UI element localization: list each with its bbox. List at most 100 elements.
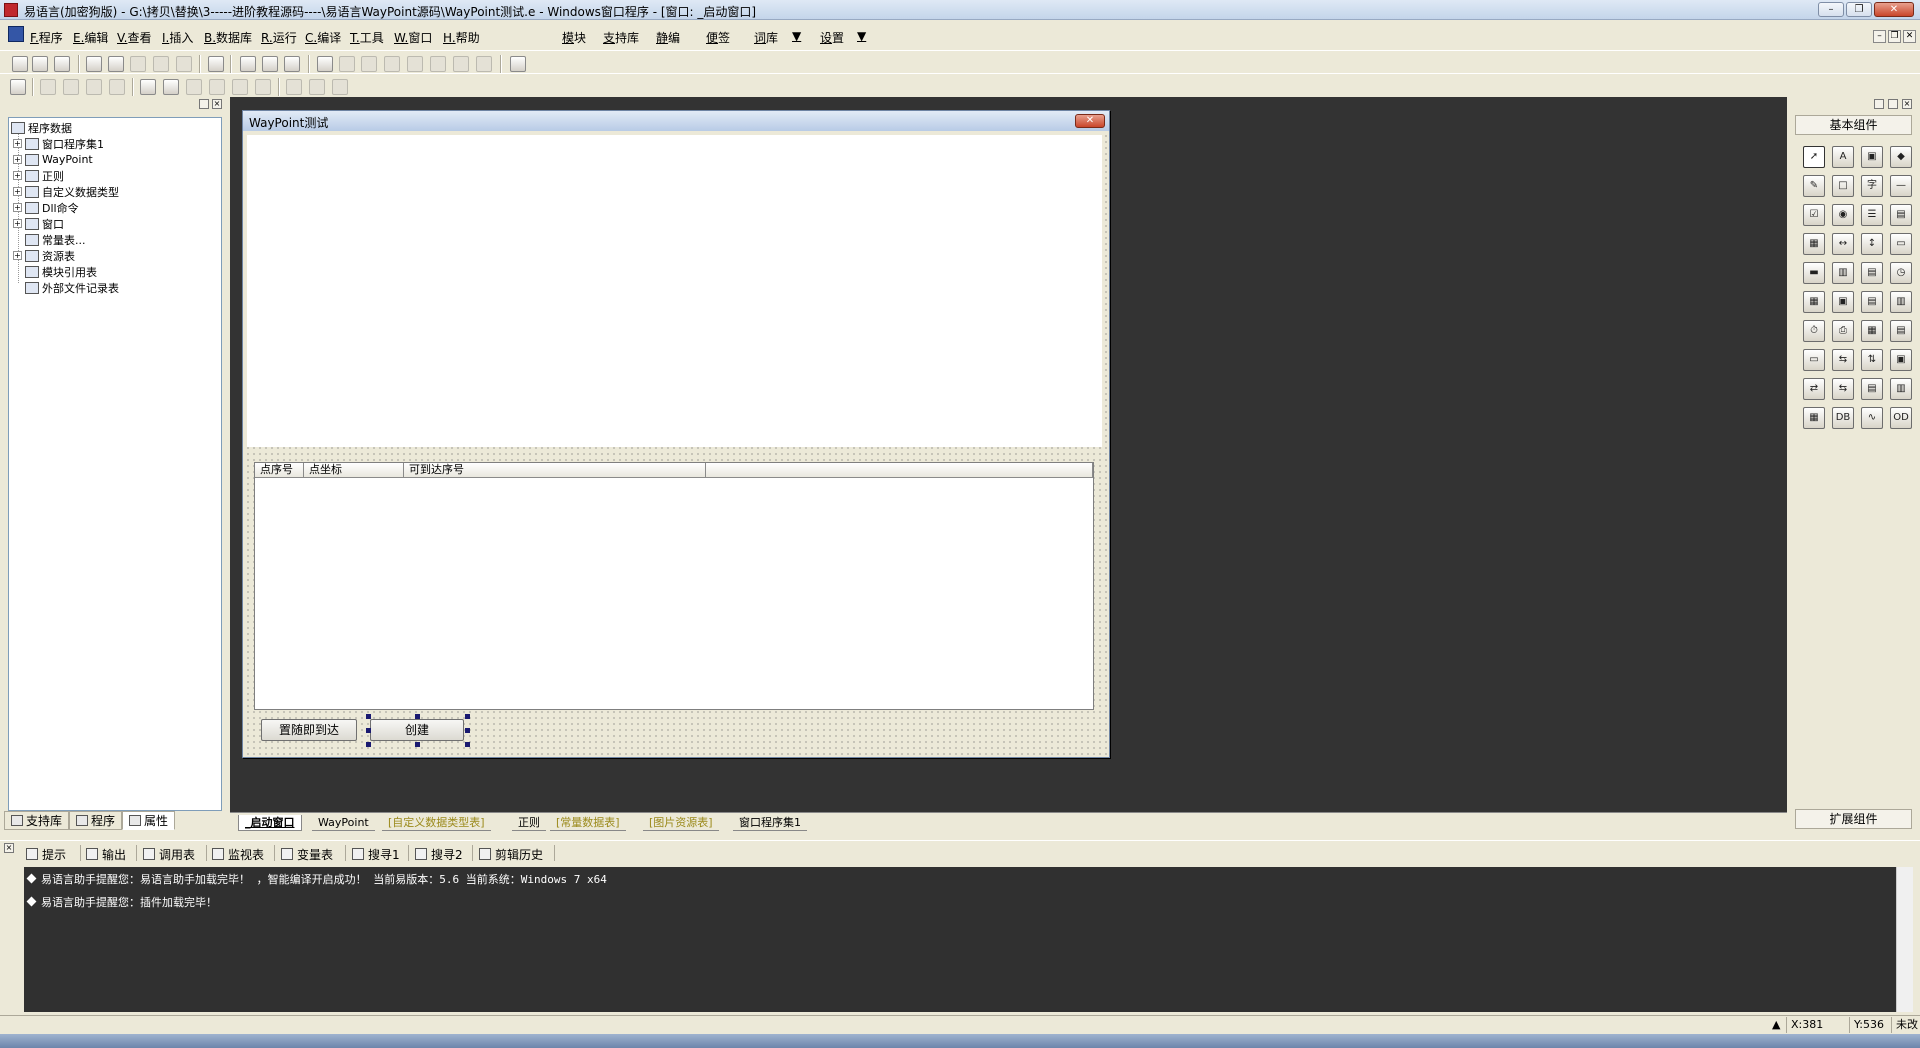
same-width-icon[interactable]: [232, 79, 248, 95]
tab-call-stack[interactable]: 调用表: [143, 845, 195, 863]
tree-root[interactable]: 程序数据: [11, 120, 72, 135]
selection-handle[interactable]: [465, 728, 470, 733]
open-folder-icon[interactable]: [32, 56, 48, 72]
clock-icon[interactable]: ◷: [1890, 262, 1912, 284]
align-bottom-icon[interactable]: [109, 79, 125, 95]
palette-float-button[interactable]: [1888, 99, 1898, 109]
panel-close-button[interactable]: ×: [212, 99, 222, 109]
menu-edit[interactable]: E.编辑: [73, 29, 108, 46]
grid-icon[interactable]: ▦: [1803, 233, 1825, 255]
close-button[interactable]: ✕: [1874, 2, 1914, 17]
menu-support-lib[interactable]: 支持库: [603, 29, 639, 46]
layout-3-icon[interactable]: [284, 56, 300, 72]
odbc-icon[interactable]: DB: [1832, 407, 1854, 429]
chart-icon[interactable]: ∿: [1861, 407, 1883, 429]
maximize-button[interactable]: ❐: [1846, 2, 1872, 17]
frame-icon[interactable]: □: [1832, 175, 1854, 197]
tab-icon[interactable]: ▥: [1832, 262, 1854, 284]
menu-program[interactable]: F.程序: [30, 29, 63, 46]
grid-icon[interactable]: [10, 79, 26, 95]
expand-icon[interactable]: +: [13, 203, 22, 212]
step-3-icon[interactable]: [407, 56, 423, 72]
extended-components-header[interactable]: 扩展组件: [1795, 809, 1912, 829]
table-icon[interactable]: ▦: [1803, 291, 1825, 313]
net-icon[interactable]: ⇆: [1832, 349, 1854, 371]
expand-icon[interactable]: +: [13, 187, 22, 196]
panel-float-button[interactable]: [199, 99, 209, 109]
menu-help[interactable]: H.帮助: [443, 29, 480, 46]
menu-insert[interactable]: I.插入: [162, 29, 193, 46]
menu-logo-icon[interactable]: [8, 26, 24, 42]
menu-database[interactable]: B.数据库: [204, 29, 252, 46]
tree-icon[interactable]: ⇅: [1861, 349, 1883, 371]
tree-item[interactable]: 模块引用表: [25, 264, 97, 279]
scroll-v-icon[interactable]: ↕: [1861, 233, 1883, 255]
size-both-icon[interactable]: [332, 79, 348, 95]
tree-item[interactable]: + 资源表: [13, 248, 75, 263]
selection-handle[interactable]: [465, 742, 470, 747]
space-v-icon[interactable]: [209, 79, 225, 95]
wordlib-dropdown-icon[interactable]: ▼: [792, 29, 801, 43]
timer-icon[interactable]: ⏱: [1803, 320, 1825, 342]
doc-tab-window-assembly[interactable]: 窗口程序集1: [733, 815, 807, 831]
tab-variables[interactable]: 变量表: [281, 845, 333, 863]
list-view[interactable]: 点序号 点坐标 可到达序号: [254, 462, 1094, 710]
combobox-icon[interactable]: ▤: [1890, 204, 1912, 226]
palette-close-button[interactable]: ×: [1902, 99, 1912, 109]
step-2-icon[interactable]: [384, 56, 400, 72]
create-button[interactable]: 创建: [370, 719, 464, 741]
center-h-icon[interactable]: [140, 79, 156, 95]
menu-module[interactable]: 模块: [562, 29, 586, 46]
doc-tab-regex[interactable]: 正则: [512, 815, 546, 831]
doc-tab-waypoint[interactable]: WayPoint: [312, 815, 375, 831]
menu-compile[interactable]: C.编译: [305, 29, 341, 46]
selection-handle[interactable]: [415, 714, 420, 719]
align-top-icon[interactable]: [86, 79, 102, 95]
expand-icon[interactable]: +: [13, 251, 22, 260]
selection-handle[interactable]: [366, 728, 371, 733]
animation-icon[interactable]: ▭: [1803, 349, 1825, 371]
doc-tab-image-resource[interactable]: [图片资源表]: [643, 815, 719, 831]
socket-client-icon[interactable]: ⇆: [1832, 378, 1854, 400]
tree-item[interactable]: + Dll命令: [13, 200, 79, 215]
picture-box[interactable]: [247, 135, 1102, 447]
odbc-db-icon[interactable]: OD: [1890, 407, 1912, 429]
set-random-reach-button[interactable]: 置随即到达: [261, 719, 357, 741]
layout-2-icon[interactable]: [262, 56, 278, 72]
expand-icon[interactable]: +: [13, 171, 22, 180]
new-file-icon[interactable]: [12, 56, 28, 72]
tree-item[interactable]: + 窗口: [13, 216, 64, 231]
printer-icon[interactable]: ⎙: [1832, 320, 1854, 342]
tree-item[interactable]: 常量表...: [25, 232, 86, 247]
stop-icon[interactable]: [339, 56, 355, 72]
tab-support-lib[interactable]: 支持库: [4, 811, 70, 830]
socket-server-icon[interactable]: ⇄: [1803, 378, 1825, 400]
palette-menu-button[interactable]: [1874, 99, 1884, 109]
data-provider-icon[interactable]: ▥: [1890, 378, 1912, 400]
binoculars-icon[interactable]: [510, 56, 526, 72]
scroll-up-icon[interactable]: ▲: [1768, 1017, 1786, 1033]
menu-notes[interactable]: 便签: [706, 29, 730, 46]
tab-output[interactable]: 输出: [86, 845, 126, 863]
tab-hints[interactable]: 提示: [26, 845, 66, 863]
selection-handle[interactable]: [366, 714, 371, 719]
step-5-icon[interactable]: [453, 56, 469, 72]
run-icon[interactable]: [317, 56, 333, 72]
tab-search-1[interactable]: 搜寻1: [352, 845, 400, 863]
char-icon[interactable]: 字: [1861, 175, 1883, 197]
tab-watch[interactable]: 监视表: [212, 845, 264, 863]
folder-icon[interactable]: ▣: [1832, 291, 1854, 313]
copy-icon[interactable]: [108, 56, 124, 72]
driver-icon[interactable]: ▤: [1861, 291, 1883, 313]
arrow-pointer-icon[interactable]: ➚: [1803, 146, 1825, 168]
space-h-icon[interactable]: [186, 79, 202, 95]
edit-icon[interactable]: ✎: [1803, 175, 1825, 197]
menu-settings[interactable]: 设置: [820, 29, 844, 46]
step-4-icon[interactable]: [430, 56, 446, 72]
step-1-icon[interactable]: [361, 56, 377, 72]
selection-handle[interactable]: [366, 742, 371, 747]
size-h-icon[interactable]: [286, 79, 302, 95]
mdi-minimize-button[interactable]: –: [1873, 30, 1886, 43]
column-header-reachable[interactable]: 可到达序号: [404, 463, 706, 478]
tree-item[interactable]: + 自定义数据类型: [13, 184, 119, 199]
